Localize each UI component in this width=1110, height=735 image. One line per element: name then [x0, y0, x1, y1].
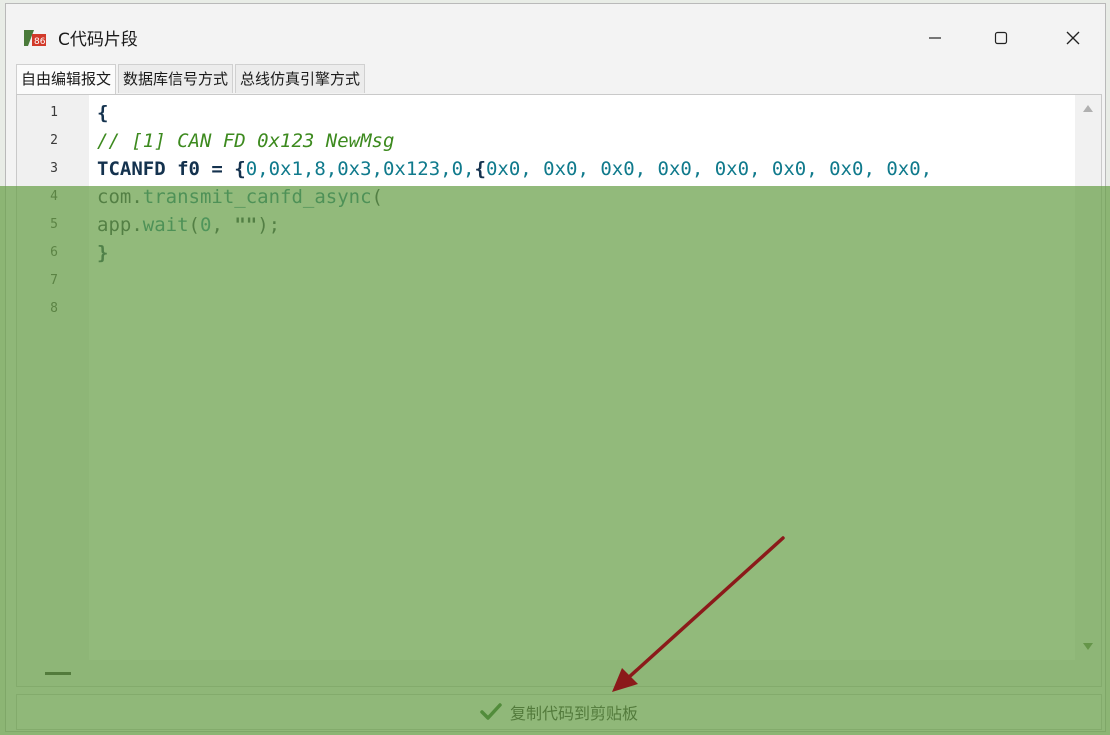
- comment: // [1] CAN FD 0x123 NewMsg: [97, 130, 395, 152]
- scroll-down-icon[interactable]: [1083, 643, 1093, 650]
- line-number: 8: [50, 301, 58, 316]
- tab-free-edit[interactable]: 自由编辑报文: [16, 64, 117, 95]
- vertical-scrollbar[interactable]: [1075, 95, 1101, 660]
- code-line-3: TCANFD f0 = {0,0x1,8,0x3,0x123,0,{0x0, 0…: [97, 155, 932, 183]
- svg-text:86: 86: [34, 37, 46, 47]
- object-name: com.: [97, 186, 143, 208]
- line-number: 6: [50, 245, 58, 260]
- paren-open: (: [371, 186, 383, 208]
- copy-to-clipboard-button[interactable]: 复制代码到剪贴板: [16, 694, 1102, 730]
- arg-separator: ,: [211, 214, 235, 236]
- code-line-6: }: [97, 239, 108, 267]
- code-area[interactable]: { // [1] CAN FD 0x123 NewMsg TCANFD f0 =…: [97, 95, 1073, 686]
- line-number: 4: [50, 189, 58, 204]
- check-icon: [480, 703, 502, 720]
- minimize-icon: [929, 37, 941, 39]
- brace-close: }: [97, 242, 109, 264]
- var-decl: f0 = {: [165, 158, 246, 180]
- code-editor[interactable]: 1 2 3 4 5 6 7 8 { // [1] CAN FD 0x123 Ne…: [16, 94, 1102, 687]
- line-number: 7: [50, 273, 58, 288]
- line-number-gutter: 1 2 3 4 5 6 7 8: [17, 95, 89, 686]
- code-line-2: // [1] CAN FD 0x123 NewMsg: [97, 127, 394, 155]
- tab-bar: 自由编辑报文 数据库信号方式 总线仿真引擎方式: [16, 64, 367, 95]
- code-snippet-window: 86 C代码片段 自由编辑报文 数据库信号方式 总线仿真引擎方式 1 2 3 4…: [5, 3, 1106, 732]
- copy-button-label: 复制代码到剪贴板: [509, 704, 638, 723]
- header-values: 0,0x1,8,0x3,0x123,0,: [245, 158, 475, 180]
- close-icon: [1066, 31, 1080, 45]
- object-name: app.: [97, 214, 143, 236]
- type-keyword: TCANFD: [97, 158, 166, 180]
- code-line-1: {: [97, 99, 108, 127]
- code-line-4: com.transmit_canfd_async(: [97, 183, 383, 211]
- arg-string: "": [234, 214, 258, 236]
- title-bar: 86 C代码片段: [6, 4, 1105, 66]
- data-bytes: 0x0, 0x0, 0x0, 0x0, 0x0, 0x0, 0x0, 0x0,: [485, 158, 933, 180]
- line-number: 5: [50, 217, 58, 232]
- brace-open: {: [97, 102, 109, 124]
- function-name: wait: [142, 214, 189, 236]
- app-logo-icon: 86: [24, 30, 46, 47]
- window-title: C代码片段: [58, 30, 138, 50]
- code-line-5: app.wait(0, "");: [97, 211, 280, 239]
- close-button[interactable]: [1050, 18, 1096, 58]
- line-number: 2: [50, 133, 58, 148]
- minimize-button[interactable]: [912, 18, 958, 58]
- tab-bus-simulation[interactable]: 总线仿真引擎方式: [235, 64, 366, 93]
- maximize-icon: [994, 31, 1008, 45]
- scroll-up-icon[interactable]: [1083, 105, 1093, 112]
- arg-number: 0: [199, 214, 212, 236]
- line-number: 1: [50, 105, 58, 120]
- paren-open: (: [188, 214, 200, 236]
- maximize-button[interactable]: [978, 18, 1024, 58]
- line-number: 3: [50, 161, 58, 176]
- horizontal-scroll-thumb[interactable]: [45, 672, 71, 675]
- tab-database-signal[interactable]: 数据库信号方式: [118, 64, 234, 93]
- data-brace: {: [474, 158, 486, 180]
- paren-close: );: [257, 214, 281, 236]
- horizontal-scrollbar[interactable]: [17, 660, 1101, 686]
- function-name: transmit_canfd_async: [142, 186, 372, 208]
